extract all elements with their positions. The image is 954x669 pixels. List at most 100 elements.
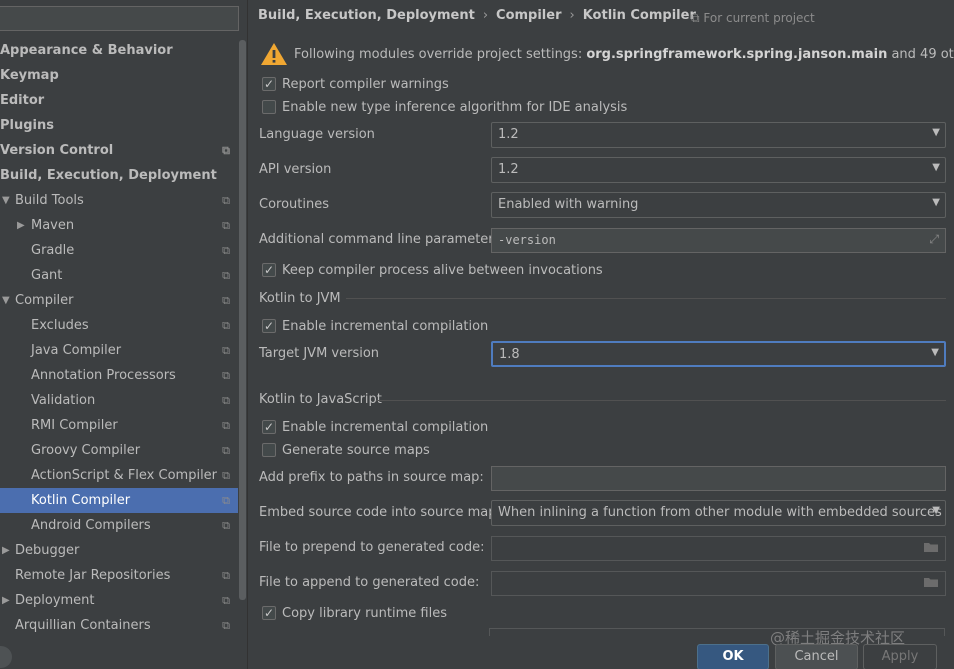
- sidebar-item-label: Editor: [0, 93, 45, 108]
- project-scope-icon: ⧉: [222, 319, 230, 332]
- chevron-down-icon: ▼: [931, 347, 939, 358]
- sidebar-item[interactable]: ▶ Maven ⧉: [0, 213, 238, 238]
- sidebar-item[interactable]: Editor: [0, 88, 238, 113]
- embed-label: Embed source code into source map:: [259, 505, 501, 520]
- copy-runtime-checkbox[interactable]: ✓ Copy library runtime files: [262, 603, 447, 623]
- target-jvm-dropdown[interactable]: 1.8 ▼: [491, 341, 946, 367]
- chevron-right-icon[interactable]: ▶: [2, 538, 10, 563]
- sidebar-item[interactable]: ▶ Debugger: [0, 538, 238, 563]
- project-scope-icon: ⧉: [222, 619, 230, 632]
- sidebar-item[interactable]: Arquillian Containers ⧉: [0, 613, 238, 638]
- sidebar-item[interactable]: ActionScript & Flex Compiler ⧉: [0, 463, 238, 488]
- sidebar-item-label: Compiler: [15, 293, 74, 308]
- js-incremental-checkbox[interactable]: ✓ Enable incremental compilation: [262, 417, 488, 437]
- warning-icon: [260, 42, 288, 66]
- sidebar-item[interactable]: ▶ Deployment ⧉: [0, 588, 238, 613]
- checkmark-icon[interactable]: ✓: [262, 420, 276, 434]
- chevron-down-icon[interactable]: ▼: [2, 288, 10, 313]
- checkmark-icon[interactable]: ✓: [262, 606, 276, 620]
- language-version-label: Language version: [259, 127, 375, 142]
- checkbox-box[interactable]: [262, 443, 276, 457]
- prefix-input[interactable]: [491, 466, 946, 491]
- sidebar-item[interactable]: Validation ⧉: [0, 388, 238, 413]
- sidebar-item[interactable]: Annotation Processors ⧉: [0, 363, 238, 388]
- settings-sidebar: Appearance & Behavior Keymap Editor Plugins…: [0, 0, 247, 669]
- chevron-down-icon: ▼: [932, 505, 940, 516]
- api-version-dropdown[interactable]: 1.2 ▼: [491, 157, 946, 183]
- sidebar-item[interactable]: Java Compiler ⧉: [0, 338, 238, 363]
- keep-alive-checkbox[interactable]: ✓ Keep compiler process alive between in…: [262, 260, 603, 280]
- help-button[interactable]: [0, 646, 12, 668]
- sidebar-item-label: Validation: [31, 393, 96, 408]
- sidebar-item[interactable]: Build, Execution, Deployment: [0, 163, 238, 188]
- override-warning: Following modules override project setti…: [260, 40, 954, 68]
- sidebar-item[interactable]: Gradle ⧉: [0, 238, 238, 263]
- append-label: File to append to generated code:: [259, 575, 480, 590]
- chevron-right-icon[interactable]: ▶: [17, 213, 25, 238]
- sidebar-item-label: RMI Compiler: [31, 418, 118, 433]
- sidebar-item[interactable]: Android Compilers ⧉: [0, 513, 238, 538]
- chevron-down-icon: ▼: [932, 197, 940, 208]
- warning-text: Following modules override project setti…: [294, 47, 954, 62]
- sidebar-item[interactable]: Groovy Compiler ⧉: [0, 438, 238, 463]
- prepend-input[interactable]: [491, 536, 946, 561]
- sidebar-item[interactable]: Remote Jar Repositories ⧉: [0, 563, 238, 588]
- sidebar-item[interactable]: Keymap: [0, 63, 238, 88]
- report-warnings-checkbox[interactable]: ✓ Report compiler warnings: [262, 74, 449, 94]
- kotlin-jvm-section-title: Kotlin to JVM: [259, 291, 341, 306]
- settings-search-input[interactable]: [0, 6, 239, 31]
- new-inference-checkbox[interactable]: Enable new type inference algorithm for …: [262, 97, 627, 117]
- sidebar-item[interactable]: Gant ⧉: [0, 263, 238, 288]
- ok-button[interactable]: OK: [697, 644, 769, 669]
- section-divider: [346, 298, 946, 299]
- apply-button[interactable]: Apply: [863, 644, 937, 669]
- dropdown-value: 1.2: [498, 127, 519, 142]
- language-version-dropdown[interactable]: 1.2 ▼: [491, 122, 946, 148]
- expand-icon[interactable]: ⤢: [929, 232, 939, 247]
- sidebar-item-label: Maven: [31, 218, 75, 233]
- sidebar-item[interactable]: Kotlin Compiler ⧉: [0, 488, 238, 513]
- sidebar-item[interactable]: Version Control ⧉: [0, 138, 238, 163]
- embed-dropdown[interactable]: When inlining a function from other modu…: [491, 500, 946, 526]
- breadcrumb-item: Compiler: [496, 8, 562, 23]
- section-divider: [376, 400, 946, 401]
- sidebar-item-label: Kotlin Compiler: [31, 493, 131, 508]
- sidebar-item[interactable]: Excludes ⧉: [0, 313, 238, 338]
- sidebar-item-label: Build, Execution, Deployment: [0, 168, 217, 183]
- append-input[interactable]: [491, 571, 946, 596]
- source-maps-checkbox[interactable]: Generate source maps: [262, 440, 430, 460]
- checkmark-icon[interactable]: ✓: [262, 263, 276, 277]
- dropdown-value: When inlining a function from other modu…: [498, 505, 942, 520]
- sidebar-item[interactable]: ▼ Compiler ⧉: [0, 288, 238, 313]
- breadcrumb-item: Kotlin Compiler: [582, 8, 696, 23]
- sidebar-item-label: Deployment: [15, 593, 95, 608]
- jvm-incremental-checkbox[interactable]: ✓ Enable incremental compilation: [262, 316, 488, 336]
- coroutines-dropdown[interactable]: Enabled with warning ▼: [491, 192, 946, 218]
- folder-icon[interactable]: [923, 540, 939, 557]
- breadcrumb-item: Build, Execution, Deployment: [258, 8, 475, 23]
- settings-content-panel: Build, Execution, Deployment › Compiler › Ko…: [247, 0, 954, 669]
- cancel-button[interactable]: Cancel: [775, 644, 858, 669]
- sidebar-scrollbar[interactable]: [239, 40, 246, 600]
- sidebar-item-label: Groovy Compiler: [31, 443, 141, 458]
- sidebar-item[interactable]: Appearance & Behavior: [0, 38, 238, 63]
- sidebar-item-label: Java Compiler: [31, 343, 122, 358]
- for-project-text: For current project: [703, 11, 815, 25]
- chevron-down-icon[interactable]: ▼: [2, 188, 10, 213]
- checkmark-icon[interactable]: ✓: [262, 319, 276, 333]
- breadcrumb: Build, Execution, Deployment › Compiler › Ko…: [258, 8, 696, 23]
- checkbox-box[interactable]: [262, 100, 276, 114]
- checkmark-icon[interactable]: ✓: [262, 77, 276, 91]
- folder-icon[interactable]: [923, 575, 939, 592]
- sidebar-item-label: Gradle: [31, 243, 75, 258]
- chevron-right-icon[interactable]: ▶: [2, 588, 10, 613]
- checkbox-label: Generate source maps: [282, 442, 430, 458]
- sidebar-item[interactable]: ▼ Build Tools ⧉: [0, 188, 238, 213]
- target-jvm-label: Target JVM version: [259, 346, 380, 361]
- sidebar-item[interactable]: RMI Compiler ⧉: [0, 413, 238, 438]
- prefix-label: Add prefix to paths in source map:: [259, 470, 484, 485]
- warning-module-link[interactable]: org.springframework.spring.janson.main: [586, 47, 887, 62]
- project-scope-icon: ⧉: [222, 269, 230, 282]
- sidebar-item[interactable]: Plugins: [0, 113, 238, 138]
- cmd-params-input[interactable]: -version ⤢: [491, 228, 946, 253]
